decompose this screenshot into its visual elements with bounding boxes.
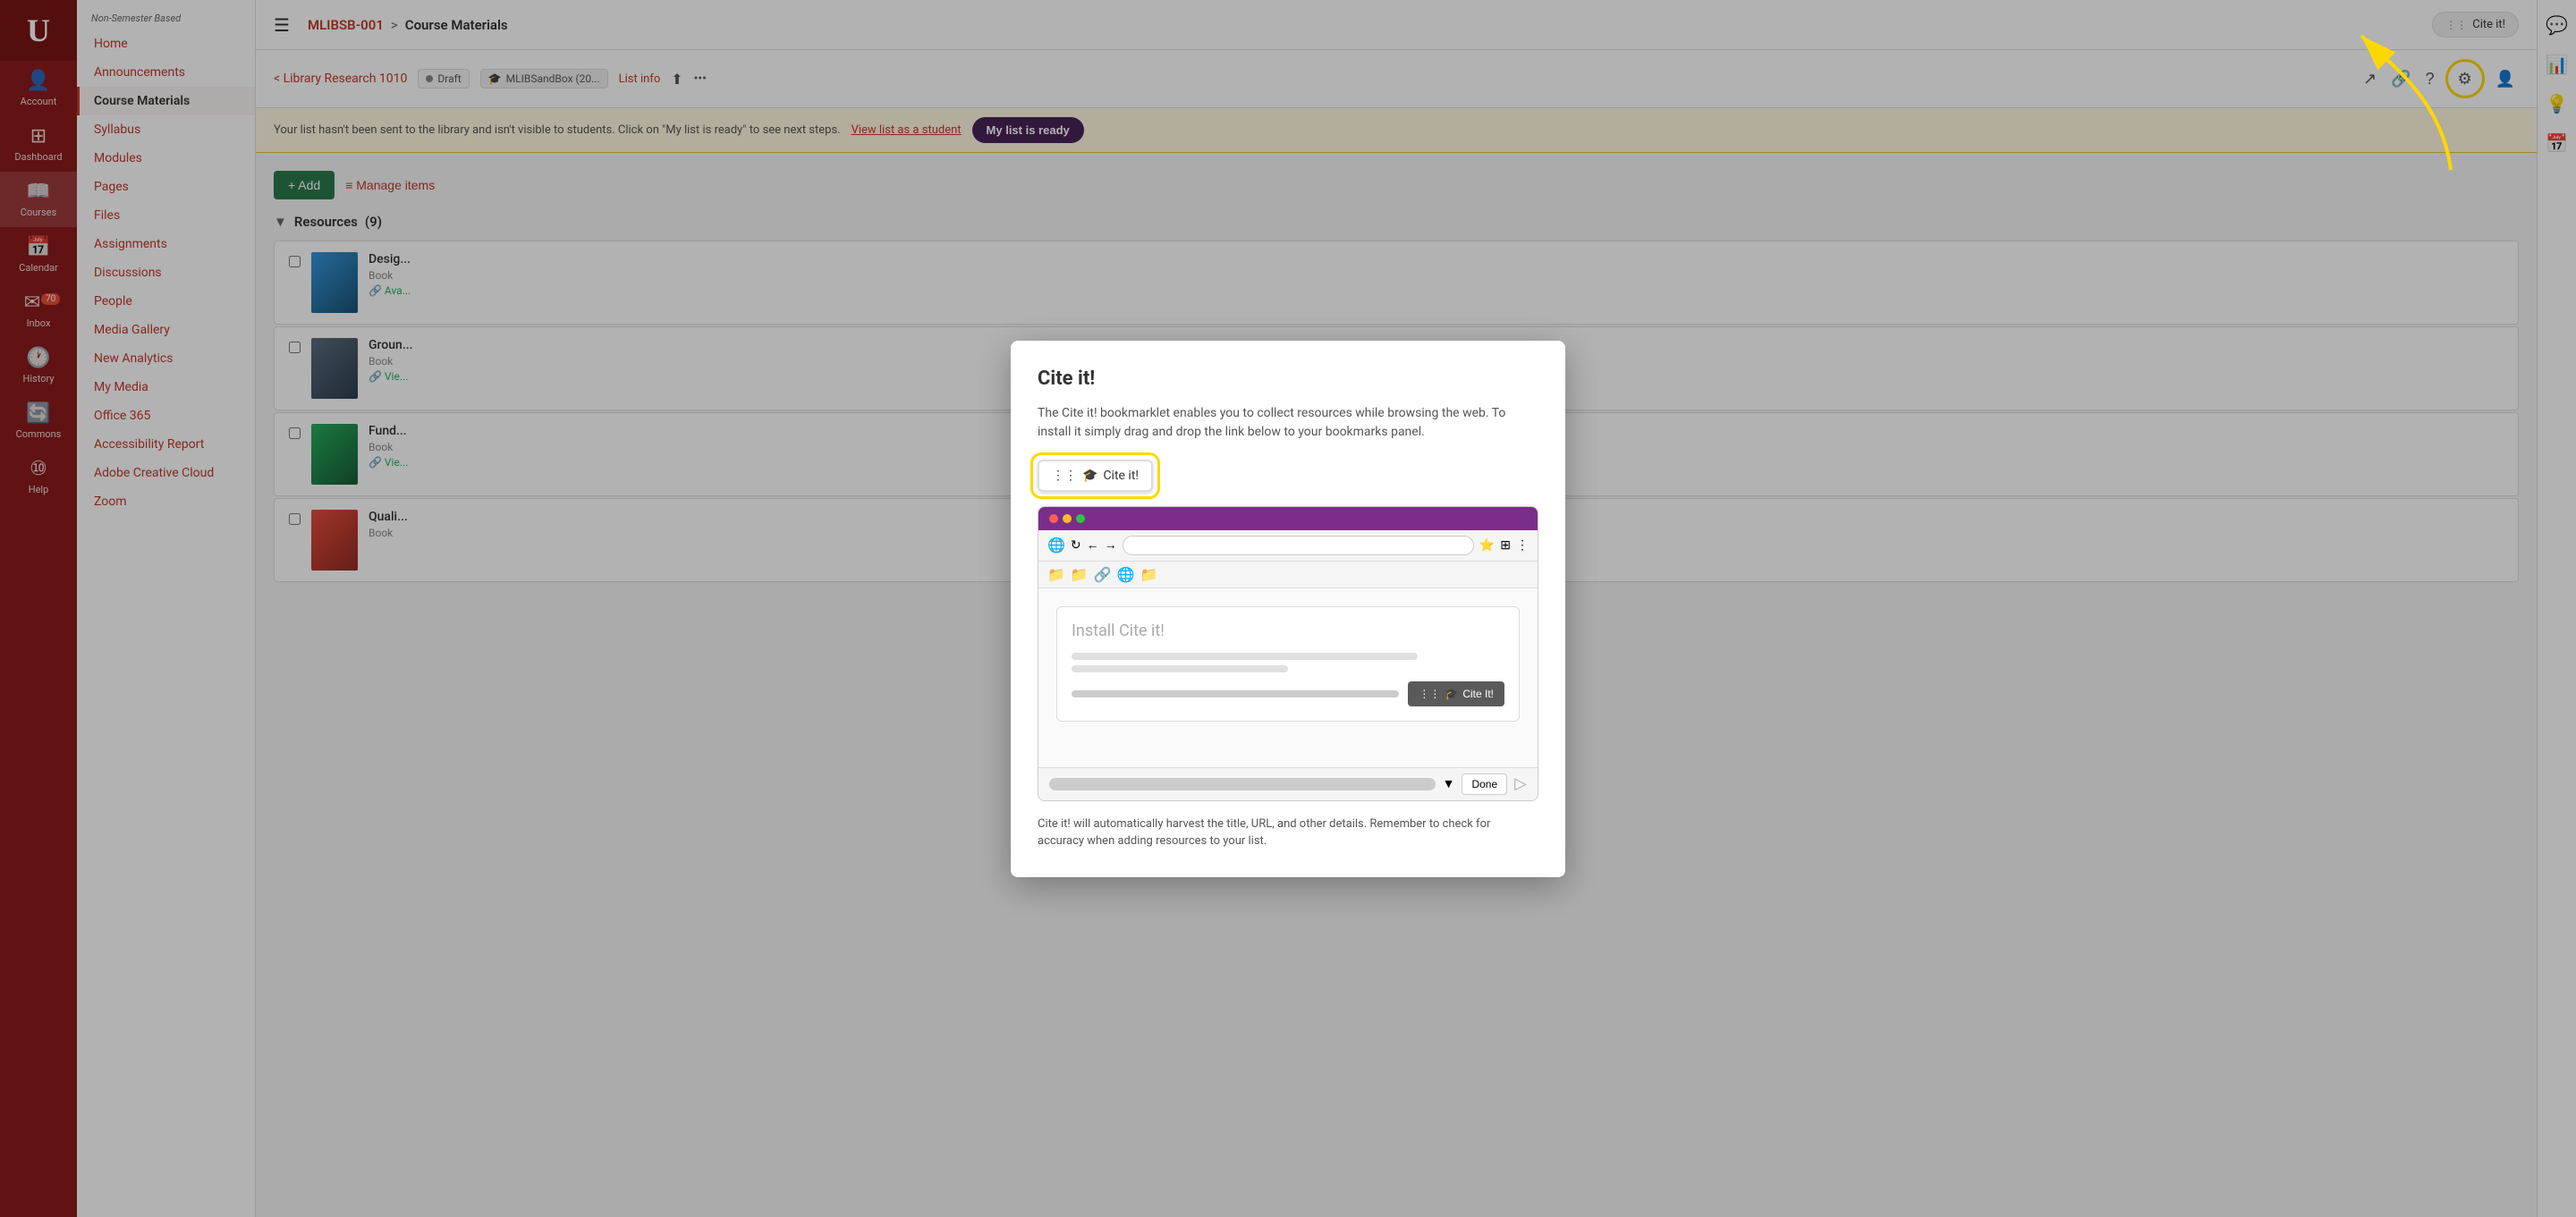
dot-red: [1049, 514, 1058, 523]
install-row: ⋮⋮ 🎓 Cite It!: [1072, 681, 1504, 706]
nav-forward-icon[interactable]: →: [1105, 537, 1117, 553]
done-button[interactable]: Done: [1462, 773, 1507, 795]
install-btn-icon: ⋮⋮: [1419, 688, 1440, 700]
install-btn-icon-2: 🎓: [1445, 688, 1458, 700]
chrome-logo: 🌐: [1047, 537, 1065, 554]
modal-overlay[interactable]: Cite it! The Cite it! bookmarklet enable…: [0, 0, 2576, 1217]
nav-back-icon[interactable]: ←: [1087, 537, 1099, 553]
install-progress-bar: [1072, 690, 1399, 697]
browser-content: Install Cite it! ⋮⋮ 🎓 Cite It!: [1038, 588, 1538, 767]
bookmark-folder-1[interactable]: 📁: [1047, 566, 1065, 583]
browser-bookmarks: 📁 📁 🔗 🌐 📁: [1038, 562, 1538, 588]
install-bar-1: [1072, 653, 1418, 660]
play-icon[interactable]: ▷: [1514, 774, 1527, 793]
bookmark-globe[interactable]: 🌐: [1117, 566, 1135, 583]
bookmarklet-container: ⋮⋮ 🎓 Cite it!: [1038, 460, 1538, 492]
bookmark-folder-3[interactable]: 📁: [1140, 566, 1158, 583]
browser-footer: ▼ Done ▷: [1038, 767, 1538, 800]
bookmarklet-wrapper: ⋮⋮ 🎓 Cite it!: [1038, 460, 1153, 492]
bookmarklet-label: Cite it!: [1103, 469, 1139, 483]
browser-traffic-lights: [1049, 514, 1085, 523]
refresh-icon[interactable]: ↻: [1071, 538, 1081, 553]
modal-description: The Cite it! bookmarklet enables you to …: [1038, 404, 1538, 442]
dots-menu-icon[interactable]: ⋮: [1516, 538, 1529, 553]
browser-mockup: 🌐 ↻ ← → ⭐ ⊞ ⋮ 📁 📁 🔗 🌐 📁 Install Cite it!: [1038, 506, 1538, 801]
bookmark-folder-2[interactable]: 📁: [1071, 566, 1089, 583]
browser-toolbar: 🌐 ↻ ← → ⭐ ⊞ ⋮: [1038, 530, 1538, 562]
bookmarklet-mlib-icon: 🎓: [1082, 469, 1097, 483]
modal-footer-text: Cite it! will automatically harvest the …: [1038, 816, 1538, 850]
star-icon[interactable]: ⭐: [1479, 538, 1495, 553]
install-btn-label: Cite It!: [1462, 688, 1494, 700]
dropdown-arrow[interactable]: ▼: [1443, 776, 1455, 791]
url-bar[interactable]: [1123, 536, 1474, 555]
dot-green: [1076, 514, 1085, 523]
install-bar-2: [1072, 665, 1288, 672]
bookmark-link[interactable]: 🔗: [1094, 566, 1112, 583]
grid-icon[interactable]: ⊞: [1500, 538, 1511, 553]
modal-title: Cite it!: [1038, 368, 1538, 390]
cite-modal: Cite it! The Cite it! bookmarklet enable…: [1011, 341, 1565, 877]
browser-chrome: [1038, 507, 1538, 530]
yellow-arrow-annotation: [2299, 9, 2496, 188]
install-cite-box: Install Cite it! ⋮⋮ 🎓 Cite It!: [1056, 606, 1520, 722]
dot-yellow: [1063, 514, 1072, 523]
cite-it-bookmarklet-button[interactable]: ⋮⋮ 🎓 Cite it!: [1038, 460, 1153, 492]
cite-it-install-button[interactable]: ⋮⋮ 🎓 Cite It!: [1408, 681, 1504, 706]
footer-progress: [1049, 778, 1436, 790]
install-title: Install Cite it!: [1072, 621, 1504, 640]
bookmarklet-grid-icon: ⋮⋮: [1052, 469, 1077, 483]
